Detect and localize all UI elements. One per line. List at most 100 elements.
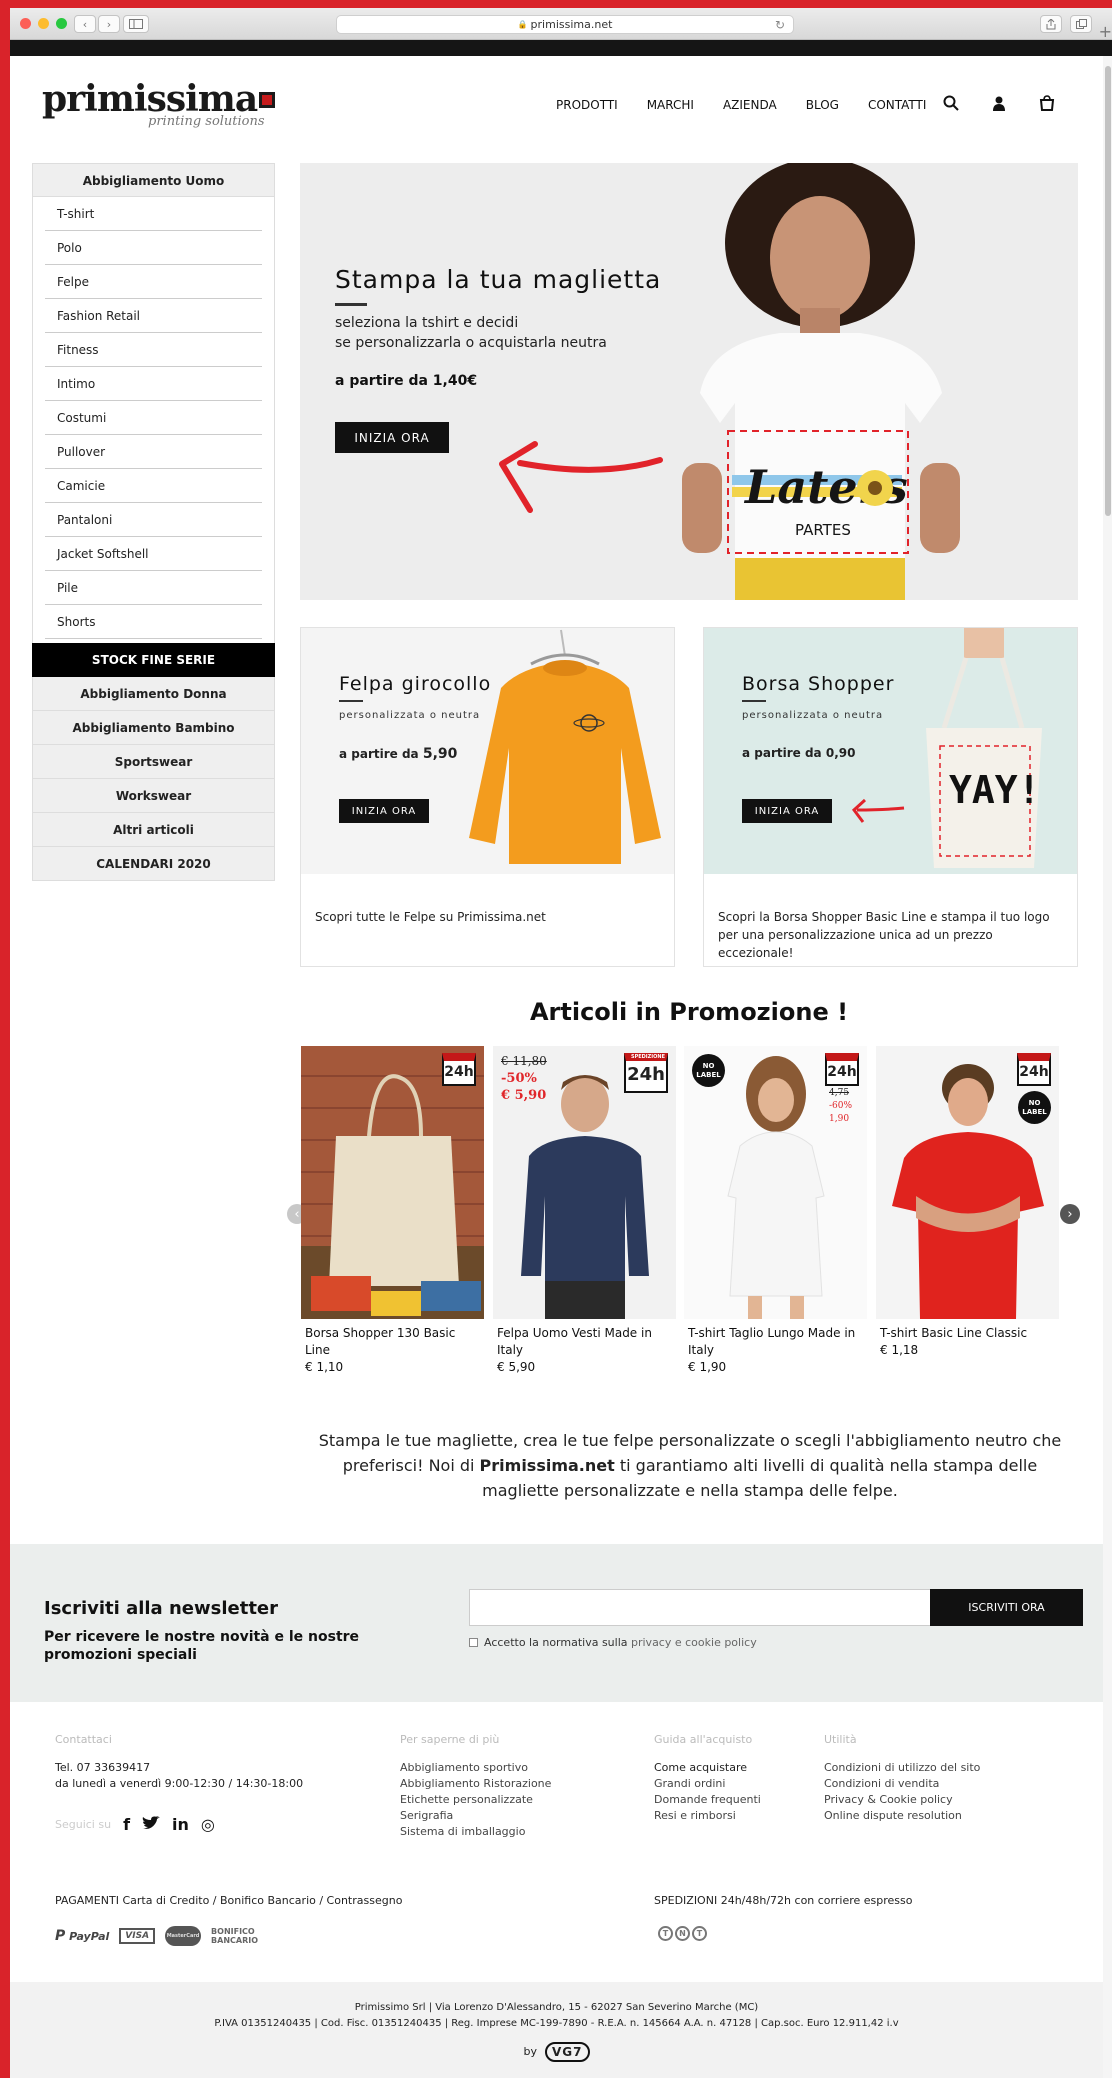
promo-card-felpa[interactable]: Felpa girocollo personalizzata o neutra … bbox=[300, 627, 675, 967]
subcategory-shorts[interactable]: Shorts bbox=[45, 605, 262, 639]
reload-icon[interactable]: ↻ bbox=[775, 18, 785, 32]
subcategory-pile[interactable]: Pile bbox=[45, 571, 262, 605]
newsletter-subscribe-button[interactable]: ISCRIVITI ORA bbox=[930, 1589, 1083, 1626]
product-name[interactable]: Felpa Uomo Vesti Made in Italy bbox=[493, 1325, 676, 1359]
nav-azienda[interactable]: AZIENDA bbox=[723, 98, 777, 112]
user-icon[interactable] bbox=[990, 94, 1008, 112]
product-image-borsa-shopper[interactable]: 24h bbox=[301, 1046, 484, 1319]
subcategory-felpe[interactable]: Felpe bbox=[45, 265, 262, 299]
product-card[interactable]: 24h NO LABEL T-shirt Basic Line Classic … bbox=[876, 1046, 1059, 1359]
hero-banner[interactable]: Stampa la tua maglietta seleziona la tsh… bbox=[300, 163, 1078, 600]
card-subtitle: personalizzata o neutra bbox=[339, 710, 481, 721]
consent-checkbox[interactable] bbox=[469, 1638, 478, 1647]
no-label-badge: NO LABEL bbox=[692, 1054, 725, 1087]
card-price-prefix: a partire da bbox=[339, 747, 423, 761]
footer-link-condizioni-utilizzo[interactable]: Condizioni di utilizzo del sito bbox=[824, 1760, 980, 1776]
paypal-text: PayPal bbox=[69, 1930, 110, 1943]
footer-link-serigrafia[interactable]: Serigrafia bbox=[400, 1808, 551, 1824]
product-image-felpa-uomo[interactable]: € 11,80 -50% € 5,90 24h SPEDIZIONE bbox=[493, 1046, 676, 1319]
footer-link-abbigliamento-ristorazione[interactable]: Abbigliamento Ristorazione bbox=[400, 1776, 551, 1792]
product-price: € 1,10 bbox=[305, 1360, 344, 1374]
subcategory-tshirt[interactable]: T-shirt bbox=[45, 197, 262, 231]
tabs-overview-button[interactable] bbox=[1070, 15, 1092, 33]
nav-marchi[interactable]: MARCHI bbox=[647, 98, 694, 112]
category-abbigliamento-uomo[interactable]: Abbigliamento Uomo bbox=[32, 163, 275, 197]
product-image-tshirt-basic[interactable]: 24h NO LABEL bbox=[876, 1046, 1059, 1319]
subcategory-fitness[interactable]: Fitness bbox=[45, 333, 262, 367]
subcategory-jacket-softshell[interactable]: Jacket Softshell bbox=[45, 537, 262, 571]
product-card[interactable]: 24h Borsa Shopper 130 Basic Line € 1,10 bbox=[301, 1046, 484, 1376]
product-card[interactable]: € 11,80 -50% € 5,90 24h SPEDIZIONE Felpa… bbox=[493, 1046, 676, 1376]
subcategory-costumi[interactable]: Costumi bbox=[45, 401, 262, 435]
card-start-button[interactable]: INIZIA ORA bbox=[339, 799, 429, 823]
card-start-button[interactable]: INIZIA ORA bbox=[742, 799, 832, 823]
nav-blog[interactable]: BLOG bbox=[806, 98, 839, 112]
category-abbigliamento-donna[interactable]: Abbigliamento Donna bbox=[32, 677, 275, 711]
footer-heading: Contattaci bbox=[55, 1733, 112, 1746]
card-price: a partire da 0,90 bbox=[742, 746, 855, 760]
carousel-next-button[interactable]: › bbox=[1060, 1204, 1080, 1224]
minimize-window-button[interactable] bbox=[38, 18, 49, 29]
zoom-window-button[interactable] bbox=[56, 18, 67, 29]
product-name[interactable]: Borsa Shopper 130 Basic Line bbox=[301, 1325, 484, 1359]
subcategory-polo[interactable]: Polo bbox=[45, 231, 262, 265]
product-name[interactable]: T-shirt Taglio Lungo Made in Italy bbox=[684, 1325, 867, 1359]
footer-link-resi-rimborsi[interactable]: Resi e rimborsi bbox=[654, 1808, 761, 1824]
footer-link-privacy-cookie[interactable]: Privacy & Cookie policy bbox=[824, 1792, 980, 1808]
card-title: Borsa Shopper bbox=[742, 673, 895, 695]
instagram-icon[interactable]: ◎ bbox=[201, 1816, 215, 1833]
badge-value: 24h bbox=[627, 1064, 665, 1085]
footer-link-online-dispute[interactable]: Online dispute resolution bbox=[824, 1808, 980, 1824]
footer-link-abbigliamento-sportivo[interactable]: Abbigliamento sportivo bbox=[400, 1760, 551, 1776]
category-stock-fine-serie[interactable]: STOCK FINE SERIE bbox=[32, 643, 275, 677]
back-button[interactable]: ‹ bbox=[74, 15, 96, 33]
cart-icon[interactable] bbox=[1038, 94, 1056, 112]
man-red-tshirt-photo bbox=[892, 1064, 1044, 1319]
payment-logos: P PayPal VISA MasterCard BONIFICO BANCAR… bbox=[55, 1926, 271, 1946]
nav-contatti[interactable]: CONTATTI bbox=[868, 98, 926, 112]
subcategory-fashion-retail[interactable]: Fashion Retail bbox=[45, 299, 262, 333]
mastercard-logo: MasterCard bbox=[165, 1926, 202, 1946]
product-price: € 1,90 bbox=[688, 1360, 727, 1374]
subcategory-pullover[interactable]: Pullover bbox=[45, 435, 262, 469]
chevron-left-icon: ‹ bbox=[82, 17, 88, 31]
linkedin-icon[interactable]: in bbox=[172, 1816, 189, 1833]
sidebar-toggle-button[interactable] bbox=[123, 15, 149, 33]
close-window-button[interactable] bbox=[20, 18, 31, 29]
footer-link-sistema-imballaggio[interactable]: Sistema di imballaggio bbox=[400, 1824, 551, 1840]
category-workswear[interactable]: Workswear bbox=[32, 779, 275, 813]
facebook-icon[interactable]: f bbox=[123, 1816, 130, 1833]
subcategory-pantaloni[interactable]: Pantaloni bbox=[45, 503, 262, 537]
subcategory-intimo[interactable]: Intimo bbox=[45, 367, 262, 401]
tote-bag-print: YAY! bbox=[949, 768, 1041, 812]
category-altri-articoli[interactable]: Altri articoli bbox=[32, 813, 275, 847]
category-sportswear[interactable]: Sportswear bbox=[32, 745, 275, 779]
subcategory-camicie[interactable]: Camicie bbox=[45, 469, 262, 503]
new-tab-icon[interactable]: + bbox=[1099, 22, 1112, 41]
newsletter-email-input[interactable] bbox=[469, 1589, 931, 1626]
category-abbigliamento-bambino[interactable]: Abbigliamento Bambino bbox=[32, 711, 275, 745]
twitter-icon[interactable] bbox=[142, 1816, 161, 1833]
promo-card-borsa[interactable]: Borsa Shopper personalizzata o neutra a … bbox=[703, 627, 1078, 967]
shipping-24h-badge: 24h bbox=[825, 1053, 859, 1086]
hero-subtitle: seleziona la tshirt e decidi se personal… bbox=[335, 313, 635, 353]
footer-link-grandi-ordini[interactable]: Grandi ordini bbox=[654, 1776, 761, 1792]
privacy-policy-link[interactable]: privacy e cookie policy bbox=[631, 1636, 757, 1649]
hero-start-button[interactable]: INIZIA ORA bbox=[335, 422, 449, 453]
footer-link-condizioni-vendita[interactable]: Condizioni di vendita bbox=[824, 1776, 980, 1792]
category-calendari-2020[interactable]: CALENDARI 2020 bbox=[32, 847, 275, 881]
address-bar[interactable]: 🔒 primissima.net ↻ bbox=[336, 15, 794, 34]
product-card[interactable]: NO LABEL 24h 4,75 -60% 1,90 T-shirt Tagl… bbox=[684, 1046, 867, 1376]
footer-phone[interactable]: Tel. 07 33639417 bbox=[55, 1760, 303, 1776]
search-icon[interactable] bbox=[942, 94, 960, 112]
product-image-tshirt-taglio-lungo[interactable]: NO LABEL 24h 4,75 -60% 1,90 bbox=[684, 1046, 867, 1319]
footer-link-domande-frequenti[interactable]: Domande frequenti bbox=[654, 1792, 761, 1808]
forward-button[interactable]: › bbox=[98, 15, 120, 33]
share-button[interactable] bbox=[1040, 15, 1062, 33]
scrollbar-thumb[interactable] bbox=[1105, 66, 1111, 516]
nav-prodotti[interactable]: PRODOTTI bbox=[556, 98, 618, 112]
product-name[interactable]: T-shirt Basic Line Classic bbox=[876, 1325, 1059, 1342]
footer-link-etichette-personalizzate[interactable]: Etichette personalizzate bbox=[400, 1792, 551, 1808]
footer-link-come-acquistare[interactable]: Come acquistare bbox=[654, 1760, 761, 1776]
agency-logo[interactable]: VG7 bbox=[545, 2042, 590, 2062]
